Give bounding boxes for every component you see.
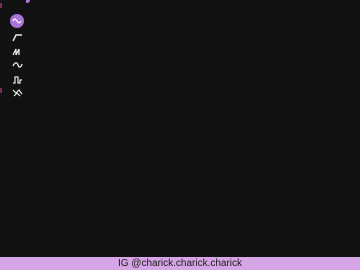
pulse-wave-button[interactable] xyxy=(10,74,24,85)
sine-wave-icon xyxy=(12,18,22,24)
app-window: IG @charick.charick.charick xyxy=(0,0,360,270)
saw-wave-icon xyxy=(11,48,20,56)
ramp-wave-icon xyxy=(11,34,22,42)
ramp-wave-button[interactable] xyxy=(10,32,24,43)
side-tick xyxy=(0,3,2,8)
smooth-wave-icon xyxy=(11,62,23,68)
sine-wave-button[interactable] xyxy=(10,14,24,28)
random-wave-icon xyxy=(12,89,22,97)
smooth-wave-button[interactable] xyxy=(10,60,24,71)
saw-wave-button[interactable] xyxy=(10,46,24,57)
random-wave-button[interactable] xyxy=(10,87,24,98)
waveform-toolbar xyxy=(0,0,26,100)
visual-canvas[interactable] xyxy=(0,0,360,257)
side-tick xyxy=(0,88,2,93)
pulse-wave-icon xyxy=(12,76,22,84)
credit-footer: IG @charick.charick.charick xyxy=(0,257,360,270)
